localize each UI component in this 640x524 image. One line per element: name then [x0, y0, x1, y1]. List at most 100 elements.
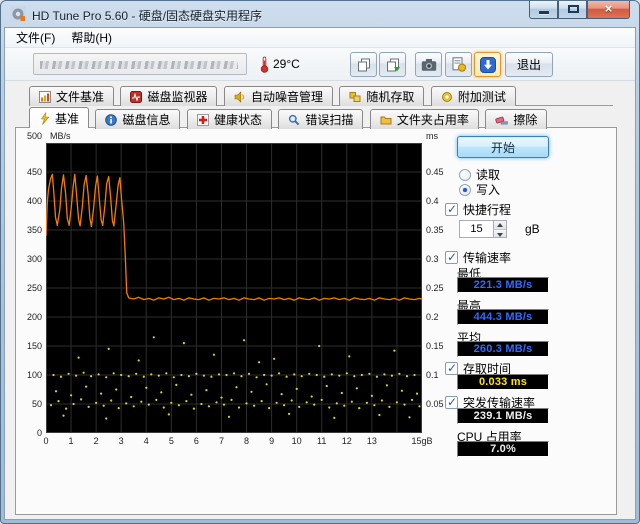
app-icon: [10, 6, 26, 22]
tab-folder-usage[interactable]: 文件夹占用率: [370, 109, 479, 129]
short-stroke-spinner[interactable]: 15: [459, 220, 507, 238]
spinner-down-button[interactable]: [493, 230, 506, 238]
write-label: 写入: [476, 181, 500, 198]
short-stroke-unit: gB: [525, 222, 540, 236]
tab-extra-tests[interactable]: 附加测试: [431, 86, 516, 106]
axis-tick-label: 12: [337, 436, 357, 446]
chart-area: 500450400350300250200150100500MB/s0.450.…: [16, 128, 452, 458]
drive-select-combo[interactable]: [33, 53, 247, 75]
short-stroke-value[interactable]: 15: [460, 221, 493, 237]
axis-tick-label: 50: [16, 399, 42, 409]
axis-tick-label: 0.35: [426, 225, 452, 235]
copy-button[interactable]: [350, 52, 377, 77]
axis-tick-label: 5: [161, 436, 181, 446]
temperature-value: 29°C: [273, 57, 300, 71]
tab-health[interactable]: 健康状态: [187, 109, 272, 129]
maximize-button[interactable]: [558, 1, 587, 19]
min-value: 221.3 MB/s: [457, 277, 549, 293]
burst-rate-value: 239.1 MB/s: [457, 408, 549, 424]
transfer-rate-checkbox[interactable]: [445, 251, 458, 264]
axis-tick-label: 0.25: [426, 283, 452, 293]
short-stroke-label: 快捷行程: [463, 201, 511, 218]
image-export-icon: [451, 57, 466, 72]
minimize-button[interactable]: [529, 1, 558, 19]
axis-tick-label: 500: [16, 131, 42, 141]
tab-label: 错误扫描: [305, 111, 353, 128]
menu-help[interactable]: 帮助(H): [63, 27, 120, 48]
tab-disk-monitor[interactable]: 磁盘监视器: [120, 86, 217, 106]
axis-tick-label: 300: [16, 254, 42, 264]
tab-benchmark[interactable]: 基准: [29, 107, 89, 128]
axis-tick-label: 0.2: [426, 312, 452, 322]
axis-tick-label: 13: [362, 436, 382, 446]
aam-icon: [234, 91, 246, 103]
tab-label: 磁盘信息: [122, 111, 170, 128]
copy-add-button[interactable]: [379, 52, 406, 77]
camera-icon: [421, 58, 437, 72]
axis-tick-label: 8: [237, 436, 257, 446]
avg-value: 260.3 MB/s: [457, 341, 549, 357]
tab-error-scan[interactable]: 错误扫描: [278, 109, 363, 129]
close-icon: ×: [588, 1, 629, 17]
short-stroke-checkbox[interactable]: [445, 203, 458, 216]
read-radio[interactable]: [459, 169, 471, 181]
tab-label: 健康状态: [214, 111, 262, 128]
write-radio[interactable]: [459, 184, 471, 196]
tab-file-benchmark[interactable]: 文件基准: [29, 86, 114, 106]
toolbar: 29°C: [5, 48, 635, 81]
axis-tick-label: 0: [36, 436, 56, 446]
cpu-usage-value: 7.0%: [457, 441, 549, 457]
copy-add-icon: [386, 58, 400, 72]
axis-tick-label: 9: [262, 436, 282, 446]
axis-tick-label: 200: [16, 312, 42, 322]
spinner-up-button[interactable]: [493, 221, 506, 230]
axis-tick-label: 0.15: [426, 341, 452, 351]
tab-label: 附加测试: [458, 88, 506, 105]
tab-disk-info[interactable]: 磁盘信息: [95, 109, 180, 129]
tab-random-access[interactable]: 随机存取: [339, 86, 424, 106]
benchmark-icon: [39, 112, 50, 125]
axis-tick-label: 7: [211, 436, 231, 446]
exit-button[interactable]: 退出: [505, 52, 553, 77]
benchmark-panel: 500450400350300250200150100500MB/s0.450.…: [15, 127, 617, 515]
tab-label: 擦除: [513, 111, 537, 128]
axis-tick-label: 6: [186, 436, 206, 446]
axis-tick-label: 100: [16, 370, 42, 380]
start-button[interactable]: 开始: [457, 136, 549, 158]
titlebar[interactable]: HD Tune Pro 5.60 - 硬盘/固态硬盘实用程序 ×: [1, 1, 639, 27]
window-title: HD Tune Pro 5.60 - 硬盘/固态硬盘实用程序: [32, 7, 262, 24]
transfer-rate-label: 传输速率: [463, 249, 511, 266]
transfer-rate-option[interactable]: 传输速率: [445, 249, 511, 266]
tabstrip-views: 基准 磁盘信息 健康状态 错误扫描: [29, 107, 613, 128]
menu-file[interactable]: 文件(F): [8, 27, 63, 48]
short-stroke-option[interactable]: 快捷行程: [445, 201, 511, 218]
axis-tick-label: 15gB: [404, 436, 440, 446]
extra-tests-icon: [441, 91, 453, 103]
tabstrip-modules: 文件基准 磁盘监视器 自动噪音管理 随机存取: [29, 85, 613, 106]
menubar: 文件(F) 帮助(H): [5, 28, 635, 48]
app-window: HD Tune Pro 5.60 - 硬盘/固态硬盘实用程序 × 文件(F) 帮…: [0, 0, 640, 524]
screenshot-button[interactable]: [415, 52, 442, 77]
tab-label: 磁盘监视器: [147, 88, 207, 105]
mode-write-option[interactable]: 写入: [459, 181, 500, 198]
folder-usage-icon: [380, 114, 392, 126]
axis-tick-label: 3: [111, 436, 131, 446]
maximize-icon: [568, 5, 579, 13]
axis-tick-label: 10: [287, 436, 307, 446]
close-button[interactable]: ×: [587, 1, 630, 19]
tab-aam[interactable]: 自动噪音管理: [224, 86, 333, 106]
export-image-button[interactable]: [445, 52, 472, 77]
disk-monitor-icon: [130, 91, 142, 103]
download-icon: [480, 57, 496, 73]
tab-erase[interactable]: 擦除: [485, 109, 547, 129]
axis-tick-label: 0.45: [426, 167, 452, 177]
download-results-button[interactable]: [474, 52, 501, 77]
tab-label: 自动噪音管理: [251, 88, 323, 105]
error-scan-icon: [288, 114, 300, 126]
minimize-icon: [539, 11, 549, 14]
tab-label: 文件夹占用率: [397, 111, 469, 128]
thermometer-icon: [260, 56, 269, 73]
axis-tick-label: 350: [16, 225, 42, 235]
tab-label: 文件基准: [56, 88, 104, 105]
tab-label: 基准: [55, 110, 79, 127]
